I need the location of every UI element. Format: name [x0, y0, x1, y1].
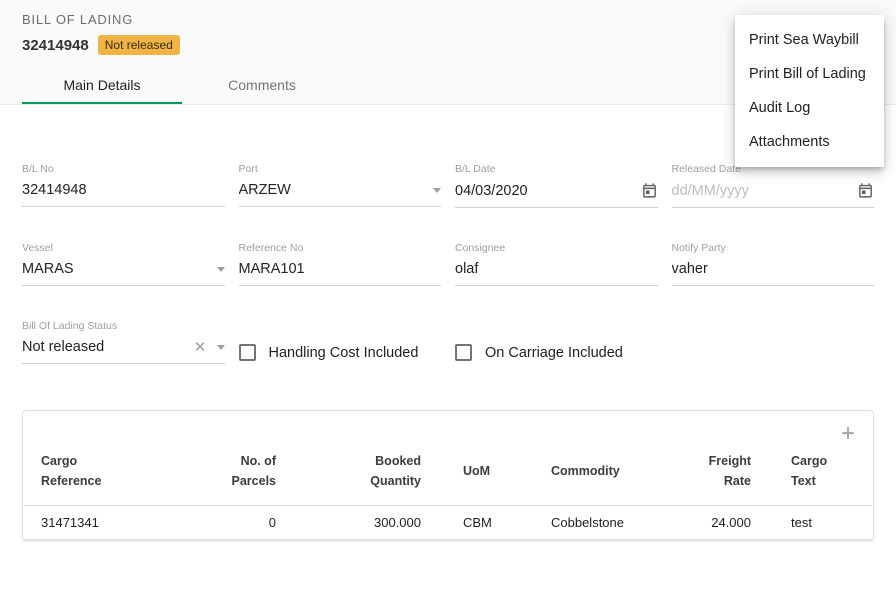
cell-commodity: Cobbelstone — [551, 506, 661, 539]
vessel-value: MARAS — [22, 261, 211, 277]
port-value: ARZEW — [239, 182, 428, 198]
chevron-down-icon[interactable] — [217, 267, 225, 272]
on-carriage-checkbox[interactable]: On Carriage Included — [455, 341, 658, 364]
handling-cost-label: Handling Cost Included — [269, 345, 419, 361]
col-booked-quantity: Booked Quantity — [276, 451, 421, 491]
bl-date-input[interactable]: 04/03/2020 — [455, 182, 658, 208]
cell-uom: CBM — [421, 506, 551, 539]
chevron-down-icon[interactable] — [217, 345, 225, 350]
cargo-table-header: Cargo Reference No. of Parcels Booked Qu… — [23, 445, 873, 505]
table-row[interactable]: 31471341 0 300.000 CBM Cobbelstone 24.00… — [23, 505, 873, 540]
tab-main-details[interactable]: Main Details — [22, 67, 182, 104]
cell-booked-quantity: 300.000 — [276, 506, 421, 539]
bl-no-input[interactable]: 32414948 — [22, 182, 225, 207]
clear-icon[interactable]: ✕ — [194, 340, 207, 355]
cell-cargo-reference: 31471341 — [41, 506, 181, 539]
cargo-card: + Cargo Reference No. of Parcels Booked … — [22, 410, 874, 541]
bl-number: 32414948 — [22, 37, 89, 54]
calendar-icon[interactable] — [641, 182, 658, 199]
bl-status-field: Bill Of Lading Status Not released ✕ — [22, 320, 225, 364]
menu-item-attachments[interactable]: Attachments — [735, 125, 884, 159]
cell-freight-rate: 24.000 — [661, 506, 751, 539]
bl-date-field: B/L Date 04/03/2020 — [455, 163, 658, 208]
reference-no-input[interactable]: MARA101 — [239, 261, 442, 286]
consignee-field: Consignee olaf — [455, 242, 658, 286]
col-uom: UoM — [421, 461, 551, 481]
released-date-input[interactable]: dd/MM/yyyy — [672, 182, 875, 208]
menu-item-audit-log[interactable]: Audit Log — [735, 91, 884, 125]
col-cargo-text: Cargo Text — [751, 451, 855, 491]
released-date-field: Released Date dd/MM/yyyy — [672, 163, 875, 208]
handling-cost-checkbox[interactable]: Handling Cost Included — [239, 341, 442, 364]
reference-no-field: Reference No MARA101 — [239, 242, 442, 286]
context-menu: Print Sea Waybill Print Bill of Lading A… — [735, 15, 884, 167]
cell-cargo-text: test — [751, 506, 855, 539]
bl-no-label: B/L No — [22, 163, 225, 176]
checkbox-icon[interactable] — [239, 344, 256, 361]
released-date-placeholder: dd/MM/yyyy — [672, 183, 852, 199]
bl-status-label: Bill Of Lading Status — [22, 320, 225, 333]
bl-status-value: Not released — [22, 339, 188, 355]
bl-status-select[interactable]: Not released ✕ — [22, 339, 225, 364]
chevron-down-icon[interactable] — [433, 188, 441, 193]
reference-no-label: Reference No — [239, 242, 442, 255]
col-cargo-reference: Cargo Reference — [41, 451, 181, 491]
vessel-field: Vessel MARAS — [22, 242, 225, 286]
vessel-label: Vessel — [22, 242, 225, 255]
notify-party-field: Notify Party vaher — [672, 242, 875, 286]
bl-no-field: B/L No 32414948 — [22, 163, 225, 208]
main-content: B/L No 32414948 Port ARZEW B/L Date 04/0… — [0, 163, 896, 561]
status-badge: Not released — [98, 35, 180, 55]
bl-date-value: 04/03/2020 — [455, 183, 635, 199]
on-carriage-label: On Carriage Included — [485, 345, 623, 361]
consignee-value: olaf — [455, 261, 658, 277]
bl-no-value: 32414948 — [22, 182, 225, 198]
menu-item-print-sea-waybill[interactable]: Print Sea Waybill — [735, 23, 884, 57]
checkbox-icon[interactable] — [455, 344, 472, 361]
notify-party-label: Notify Party — [672, 242, 875, 255]
port-select[interactable]: ARZEW — [239, 182, 442, 207]
col-no-of-parcels: No. of Parcels — [181, 451, 276, 491]
consignee-label: Consignee — [455, 242, 658, 255]
menu-item-print-bill-of-lading[interactable]: Print Bill of Lading — [735, 57, 884, 91]
add-cargo-button[interactable]: + — [841, 423, 855, 445]
reference-no-value: MARA101 — [239, 261, 442, 277]
tab-comments[interactable]: Comments — [182, 67, 342, 104]
cell-no-of-parcels: 0 — [181, 506, 276, 539]
vessel-select[interactable]: MARAS — [22, 261, 225, 286]
calendar-icon[interactable] — [857, 182, 874, 199]
consignee-input[interactable]: olaf — [455, 261, 658, 286]
port-label: Port — [239, 163, 442, 176]
notify-party-value: vaher — [672, 261, 875, 277]
notify-party-input[interactable]: vaher — [672, 261, 875, 286]
bl-date-label: B/L Date — [455, 163, 658, 176]
col-freight-rate: Freight Rate — [661, 451, 751, 491]
col-commodity: Commodity — [551, 461, 661, 481]
port-field: Port ARZEW — [239, 163, 442, 208]
